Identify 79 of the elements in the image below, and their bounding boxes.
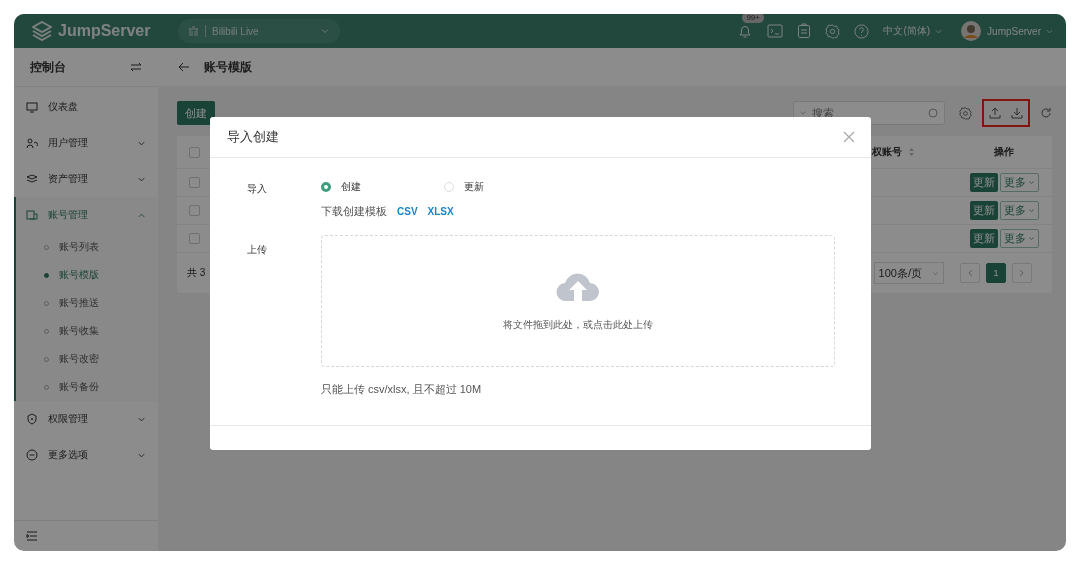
template-text: 下载创建模板 xyxy=(321,204,387,219)
checkbox[interactable] xyxy=(189,177,200,188)
chevron-right-icon xyxy=(1019,269,1025,277)
field-label: 上传 xyxy=(247,243,268,257)
logo-icon xyxy=(32,21,52,41)
ellipsis-circle-icon xyxy=(26,449,38,461)
menu-item[interactable]: 仪表盘 xyxy=(16,89,158,125)
more-button[interactable]: 更多 xyxy=(999,201,1039,220)
chevron-down-icon[interactable] xyxy=(799,109,807,117)
back-arrow-icon[interactable] xyxy=(178,62,190,72)
monitor-icon xyxy=(26,101,38,113)
settings-icon[interactable] xyxy=(959,106,972,120)
submenu-item[interactable]: 账号模版 xyxy=(16,261,158,289)
submenu-item[interactable]: 账号备份 xyxy=(16,373,158,401)
update-button[interactable]: 更新 xyxy=(969,229,998,248)
bell-icon[interactable] xyxy=(737,23,754,39)
avatar-icon[interactable] xyxy=(961,21,982,41)
create-button[interactable]: 创建 xyxy=(177,101,215,125)
upload-hint: 只能上传 csv/xlsx, 且不超过 10M xyxy=(321,382,483,397)
column-header: 操作 xyxy=(994,145,1014,159)
menu-item[interactable]: 更多选项 xyxy=(16,437,158,473)
dialog-title: 导入创建 xyxy=(227,128,279,146)
update-button[interactable]: 更新 xyxy=(969,201,998,220)
column-header: 权账号 xyxy=(872,145,902,159)
radio-option[interactable]: 更新 xyxy=(444,180,567,194)
page-size-select[interactable]: 100条/页 xyxy=(873,262,944,284)
refresh-icon[interactable] xyxy=(1040,107,1052,119)
next-page-button[interactable] xyxy=(1012,263,1032,283)
dropzone-text: 将文件拖到此处，或点击此处上传 xyxy=(503,318,653,332)
chevron-down-icon xyxy=(1027,207,1035,214)
download-link[interactable]: CSV xyxy=(397,206,418,217)
submenu-item[interactable]: 账号列表 xyxy=(16,233,158,261)
chevron-down-icon xyxy=(932,269,939,277)
sidebar-title: 控制台 xyxy=(30,58,66,76)
sort-icon[interactable] xyxy=(908,147,915,157)
previous-page-button[interactable] xyxy=(960,263,980,283)
download-link[interactable]: XLSX xyxy=(427,206,454,217)
user-menu[interactable]: JumpServer xyxy=(987,25,1054,37)
page-button[interactable]: 1 xyxy=(986,263,1006,283)
menu-item[interactable]: 用户管理 xyxy=(16,125,158,161)
checkbox[interactable] xyxy=(189,233,200,244)
upload-icon[interactable] xyxy=(989,107,1001,119)
users-icon xyxy=(26,137,38,149)
radio-option[interactable]: 创建 xyxy=(321,180,444,194)
menu-item[interactable]: 账号管理 xyxy=(16,197,158,233)
close-icon[interactable] xyxy=(843,131,855,143)
more-button[interactable]: 更多 xyxy=(999,229,1039,248)
organization-selector[interactable]: Bilibili Live xyxy=(178,19,340,43)
download-icon[interactable] xyxy=(1011,107,1023,119)
notification-badge: 99+ xyxy=(742,14,764,23)
update-button[interactable]: 更新 xyxy=(969,173,998,192)
search-icon xyxy=(928,108,938,118)
menu-item[interactable]: 权限管理 xyxy=(16,401,158,437)
shield-icon xyxy=(26,413,38,425)
terminal-icon[interactable] xyxy=(767,24,784,38)
chevron-down-icon xyxy=(1027,235,1035,242)
help-icon[interactable] xyxy=(854,23,870,39)
submenu-item[interactable]: 账号改密 xyxy=(16,345,158,373)
submenu-item[interactable]: 账号收集 xyxy=(16,317,158,345)
swap-icon[interactable] xyxy=(130,62,142,72)
layers-icon xyxy=(26,173,38,185)
chevron-down-icon xyxy=(1027,179,1035,186)
field-label: 导入 xyxy=(247,182,268,196)
collapse-menu-icon[interactable] xyxy=(26,531,38,541)
submenu-item[interactable]: 账号推送 xyxy=(16,289,158,317)
chevron-down-icon xyxy=(320,26,330,36)
checkbox[interactable] xyxy=(189,205,200,216)
logo-text: JumpServer xyxy=(58,22,151,40)
clipboard-icon[interactable] xyxy=(797,23,812,39)
more-button[interactable]: 更多 xyxy=(999,173,1039,192)
language-selector[interactable]: 中文(简体) xyxy=(883,24,944,38)
checkbox[interactable] xyxy=(189,146,200,158)
chevron-left-icon xyxy=(967,269,973,277)
total-count: 共 3 xyxy=(187,266,206,280)
upload-dropzone[interactable]: 将文件拖到此处，或点击此处上传 xyxy=(321,235,835,367)
id-card-icon xyxy=(26,209,38,221)
building-icon xyxy=(188,25,199,37)
page-title: 账号模版 xyxy=(204,58,252,76)
menu-item[interactable]: 资产管理 xyxy=(16,161,158,197)
